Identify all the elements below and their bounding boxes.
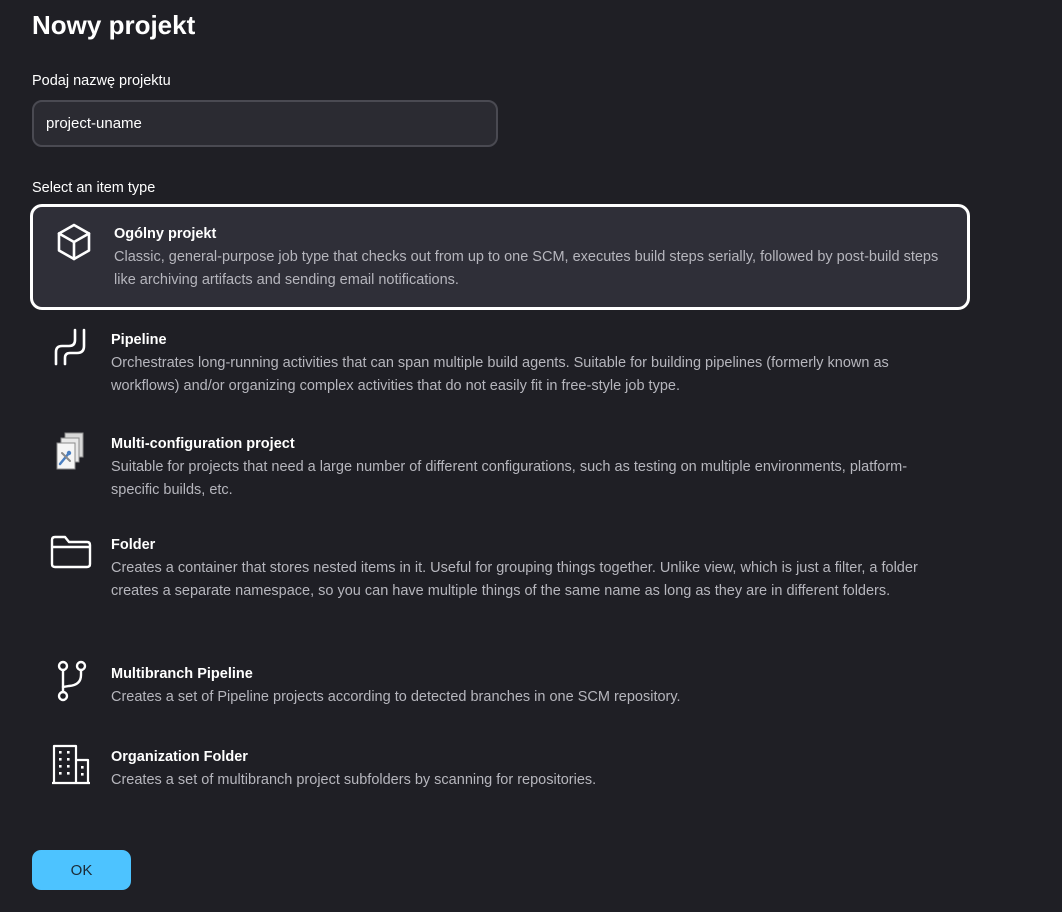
item-description: Creates a container that stores nested i… (111, 560, 918, 599)
folder-icon (50, 531, 92, 573)
item-type-multibranch-pipeline[interactable]: Multibranch Pipeline Creates a set of Pi… (30, 652, 970, 724)
item-type-pipeline[interactable]: Pipeline Orchestrates long-running activ… (30, 318, 970, 412)
item-type-label: Select an item type (32, 180, 156, 196)
item-type-organization-folder[interactable]: Organization Folder Creates a set of mul… (30, 735, 970, 807)
branch-icon (50, 660, 92, 702)
page-title: Nowy projekt (32, 10, 196, 40)
item-name: Multi-configuration project (111, 436, 295, 452)
new-item-page: Nowy projekt Podaj nazwę projektu Select… (0, 0, 1062, 912)
pipeline-icon (50, 326, 92, 368)
item-type-multi-configuration[interactable]: Multi-configuration project Suitable for… (30, 422, 970, 516)
item-description: Orchestrates long-running activities tha… (111, 355, 889, 394)
item-name: Pipeline (111, 332, 167, 348)
item-description: Creates a set of multibranch project sub… (111, 772, 597, 788)
ok-button[interactable]: OK (32, 850, 131, 890)
item-description: Classic, general-purpose job type that c… (114, 249, 939, 288)
item-type-folder[interactable]: Folder Creates a container that stores n… (30, 523, 970, 639)
multi-configuration-icon (50, 432, 92, 474)
item-name: Organization Folder (111, 749, 248, 765)
item-name: Folder (111, 537, 156, 553)
project-name-input[interactable] (32, 100, 498, 147)
item-description: Suitable for projects that need a large … (111, 459, 908, 498)
item-name: Multibranch Pipeline (111, 666, 253, 682)
item-description: Creates a set of Pipeline projects accor… (111, 689, 681, 705)
item-name: Ogólny projekt (114, 226, 217, 242)
package-icon (53, 221, 95, 263)
project-name-label: Podaj nazwę projektu (32, 73, 171, 89)
building-icon (50, 743, 92, 785)
item-type-freestyle[interactable]: Ogólny projekt Classic, general-purpose … (30, 204, 970, 310)
